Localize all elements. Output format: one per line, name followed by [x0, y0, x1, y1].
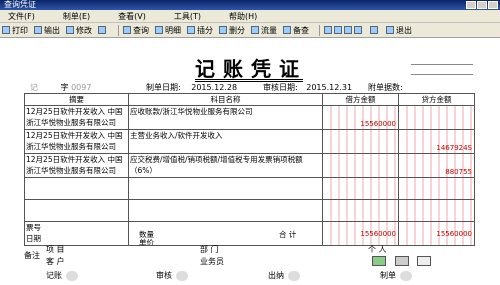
- row-account[interactable]: 主营业务收入/软件开发收入: [128, 129, 323, 154]
- header-credit: 贷方金额: [398, 93, 475, 106]
- hatch-line: [411, 64, 473, 65]
- menu-edit[interactable]: 制单(E): [63, 11, 90, 22]
- status-icon: [417, 256, 432, 266]
- row-summary[interactable]: 12月25日软件开发收入 中国 浙江华悦物业服务有限公司: [24, 105, 129, 130]
- detail-icon: [155, 26, 163, 34]
- remark-label: 备注: [24, 251, 40, 260]
- auditor-sign: 审核: [156, 270, 188, 281]
- cashflow-button[interactable]: 流量: [251, 25, 277, 36]
- search-icon: [123, 26, 131, 34]
- bookkeeper-sign: 记账: [46, 270, 78, 281]
- table-row[interactable]: [24, 199, 475, 222]
- status-icons: [372, 256, 432, 268]
- memo-button[interactable]: 备查: [283, 25, 309, 36]
- quantity-info: 数量 单价 合 计: [128, 221, 323, 246]
- row-debit[interactable]: [322, 129, 399, 154]
- window-titlebar: 查询凭证: [0, 0, 500, 10]
- flow-icon: [251, 26, 259, 34]
- edit-icon: [66, 26, 74, 34]
- header-account: 科目名称: [128, 93, 323, 106]
- row-summary[interactable]: 12月25日软件开发收入 中国 浙江华悦物业服务有限公司: [24, 153, 129, 178]
- total-row: 票号 日期 数量 单价 合 计 15560000 15560000: [24, 221, 475, 246]
- total-label: 合 计: [279, 230, 297, 239]
- voucher-date: 制单日期: 2015.12.28: [146, 83, 238, 92]
- total-credit: 15560000: [398, 221, 475, 246]
- menu-bar: 文件(F) 制单(E) 查看(V) 工具(T) 帮助(H): [0, 10, 500, 23]
- maker-sign: 制单: [380, 270, 412, 281]
- nav-next-icon: [344, 26, 352, 34]
- help-icon: [370, 26, 378, 34]
- row-credit[interactable]: [398, 105, 475, 130]
- table-row[interactable]: 12月25日软件开发收入 中国 浙江华悦物业服务有限公司 应交税费/增值税/销项…: [24, 153, 475, 178]
- row-account[interactable]: 应收账款/浙江华悦物业服务有限公司: [128, 105, 323, 130]
- table-row[interactable]: [24, 177, 475, 200]
- row-account[interactable]: 应交税费/增值税/销项税额/增值税专用发票销项税额（6%）: [128, 153, 323, 178]
- voucher-table: 摘要 科目名称 借方金额 贷方金额 12月25日软件开发收入 中国 浙江华悦物业…: [24, 93, 475, 246]
- row-debit[interactable]: 15560000: [322, 105, 399, 130]
- query-button[interactable]: 查询: [123, 25, 149, 36]
- nav-arrows-icon: [98, 26, 106, 34]
- person-label: 个 人: [368, 245, 387, 254]
- minimize-button[interactable]: [466, 1, 476, 9]
- bill-info: 票号 日期: [24, 221, 129, 246]
- toolbar: 打印 输出 修改 查询 明细 插分 删分 流量 备查 退出: [0, 23, 500, 38]
- printer-icon: [2, 26, 10, 34]
- voucher-prefix: 记 字 0097: [30, 83, 92, 92]
- hatch-line: [411, 74, 473, 75]
- row-credit[interactable]: 880755: [398, 153, 475, 178]
- row-summary[interactable]: 12月25日软件开发收入 中国 浙江华悦物业服务有限公司: [24, 129, 129, 154]
- insert-icon: [187, 26, 195, 34]
- voucher-title: 记账凭证: [195, 57, 307, 81]
- project-label: 项 目: [46, 245, 65, 254]
- total-debit: 15560000: [322, 221, 399, 246]
- exit-button[interactable]: 退出: [386, 25, 412, 36]
- status-icon: [372, 256, 386, 266]
- nav-first-icon: [324, 26, 332, 34]
- export-button[interactable]: 输出: [34, 25, 60, 36]
- table-row[interactable]: 12月25日软件开发收入 中国 浙江华悦物业服务有限公司 应收账款/浙江华悦物业…: [24, 105, 475, 130]
- nav-button[interactable]: [98, 26, 108, 34]
- table-row[interactable]: 12月25日软件开发收入 中国 浙江华悦物业服务有限公司 主营业务收入/软件开发…: [24, 129, 475, 154]
- detail-button[interactable]: 明细: [155, 25, 181, 36]
- row-credit[interactable]: 1467924S: [398, 129, 475, 154]
- menu-help[interactable]: 帮助(H): [229, 11, 257, 22]
- close-button[interactable]: [488, 1, 498, 9]
- window-controls: [466, 1, 498, 9]
- header-summary: 摘要: [24, 93, 129, 106]
- insert-split-button[interactable]: 插分: [187, 25, 213, 36]
- nav-records-button[interactable]: [324, 26, 364, 34]
- voucher-number: 0097: [71, 83, 92, 92]
- menu-tools[interactable]: 工具(T): [174, 11, 201, 22]
- status-icon: [394, 256, 409, 266]
- nav-last-icon: [354, 26, 362, 34]
- maximize-button[interactable]: [477, 1, 487, 9]
- row-debit[interactable]: [322, 153, 399, 178]
- help-button[interactable]: [370, 26, 380, 34]
- memo-icon: [283, 26, 291, 34]
- dept-label: 部 门: [200, 245, 219, 254]
- nav-prev-icon: [334, 26, 342, 34]
- modify-button[interactable]: 修改: [66, 25, 92, 36]
- print-button[interactable]: 打印: [2, 25, 28, 36]
- header-debit: 借方金额: [322, 93, 399, 106]
- clerk-label: 业务员: [200, 257, 224, 266]
- attachments: 附单据数:: [368, 83, 403, 92]
- window-title: 查询凭证: [4, 0, 36, 9]
- export-icon: [34, 26, 42, 34]
- cashier-sign: 出纳: [268, 270, 300, 281]
- audit-date: 审核日期: 2015.12.31: [263, 83, 353, 92]
- menu-file[interactable]: 文件(F): [8, 11, 35, 22]
- customer-label: 客 户: [46, 257, 65, 266]
- menu-view[interactable]: 查看(V): [118, 11, 146, 22]
- exit-icon: [386, 26, 394, 34]
- delete-split-button[interactable]: 删分: [219, 25, 245, 36]
- delete-icon: [219, 26, 227, 34]
- title-underline: [195, 79, 303, 80]
